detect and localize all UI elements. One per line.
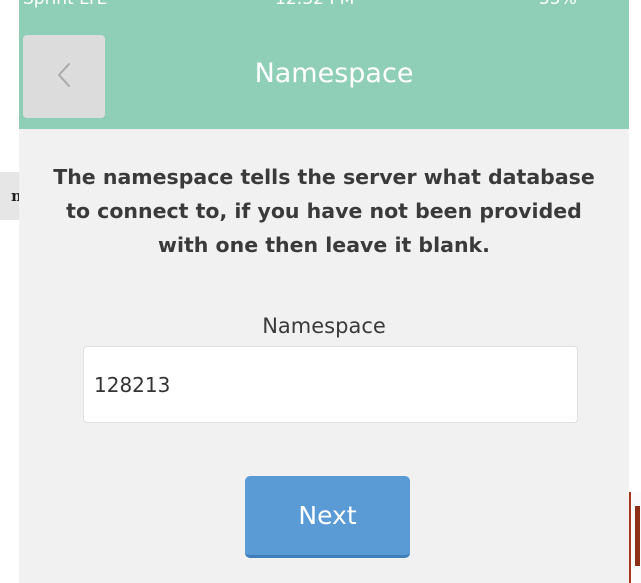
screenshot-frame: n Sprint LTE 12:32 PM 55% Namespace The … (0, 0, 641, 583)
namespace-description: The namespace tells the server what data… (53, 165, 595, 257)
back-button[interactable] (23, 35, 105, 118)
page-title: Namespace (254, 58, 414, 89)
status-carrier: Sprint LTE (23, 0, 107, 8)
phone-screen: Sprint LTE 12:32 PM 55% Namespace The na… (19, 0, 629, 583)
navigation-bar: Namespace (19, 8, 629, 129)
next-button[interactable]: Next (245, 476, 410, 558)
right-cropped-element (629, 492, 641, 583)
right-cropped-bar (635, 506, 640, 566)
chevron-left-icon (58, 63, 70, 87)
namespace-label: Namespace (262, 314, 386, 338)
status-time: 12:32 PM (275, 0, 354, 8)
status-bar: Sprint LTE 12:32 PM 55% (19, 0, 629, 8)
namespace-input[interactable] (83, 346, 578, 423)
status-battery: 55% (539, 0, 577, 8)
